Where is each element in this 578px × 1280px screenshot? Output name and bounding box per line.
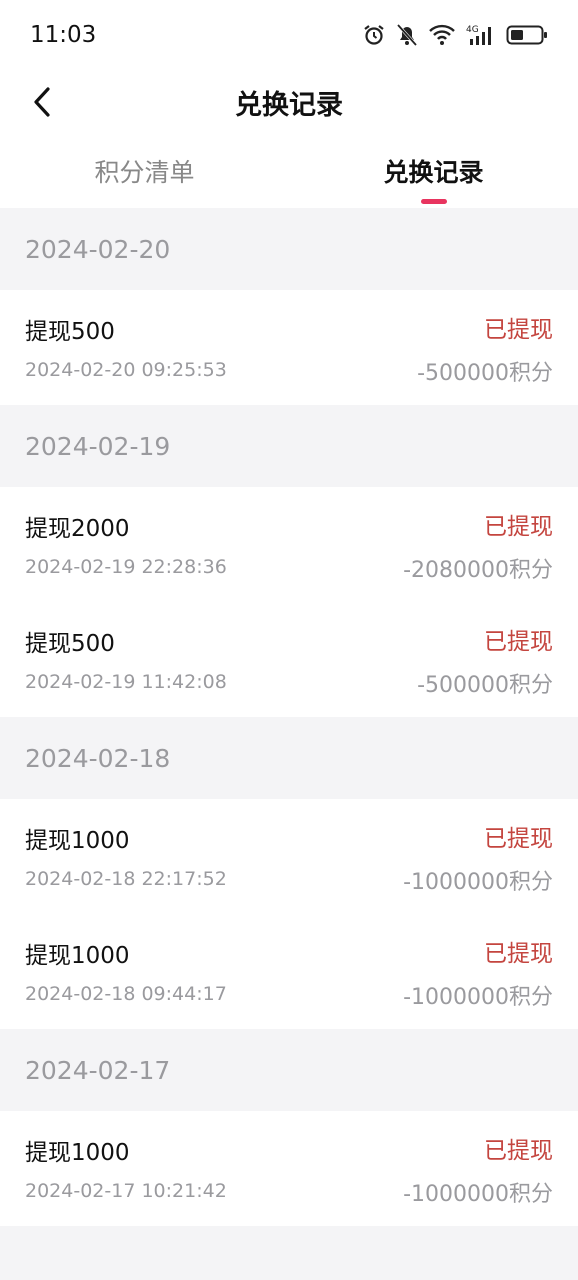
nav-bar: 兑换记录 <box>0 70 578 134</box>
status-badge: 已提现 <box>484 629 553 655</box>
status-badge: 已提现 <box>484 317 553 343</box>
record-points: -2080000积分 <box>403 558 553 583</box>
svg-text:4G: 4G <box>466 25 479 35</box>
date-group-header: 2024-02-17 <box>25 1055 171 1085</box>
date-group-header: 2024-02-20 <box>25 234 171 264</box>
record-title: 提现500 <box>25 319 115 345</box>
list-item[interactable]: 提现1000 2024-02-17 10:21:42 已提现 -1000000积… <box>25 1111 553 1226</box>
record-title: 提现1000 <box>25 1140 130 1166</box>
date-group: 提现1000 2024-02-17 10:21:42 已提现 -1000000积… <box>0 1111 578 1226</box>
date-group: 提现1000 2024-02-18 22:17:52 已提现 -1000000积… <box>0 799 578 1029</box>
status-bar: 11:03 4G <box>0 0 578 70</box>
back-button[interactable] <box>22 82 62 122</box>
record-title: 提现500 <box>25 631 115 657</box>
bell-off-icon <box>396 23 418 47</box>
battery-icon <box>506 24 548 46</box>
record-time: 2024-02-18 22:17:52 <box>25 868 227 890</box>
list-item[interactable]: 提现1000 2024-02-18 09:44:17 已提现 -1000000积… <box>25 914 553 1029</box>
record-list: 2024-02-20 提现500 2024-02-20 09:25:53 已提现… <box>0 208 578 1226</box>
page-title: 兑换记录 <box>235 89 343 121</box>
signal-4g-icon: 4G <box>466 23 496 47</box>
list-item[interactable]: 提现2000 2024-02-19 22:28:36 已提现 -2080000积… <box>25 487 553 602</box>
record-time: 2024-02-18 09:44:17 <box>25 983 227 1005</box>
list-item[interactable]: 提现1000 2024-02-18 22:17:52 已提现 -1000000积… <box>25 799 553 914</box>
record-title: 提现1000 <box>25 828 130 854</box>
alarm-icon <box>362 23 386 47</box>
record-title: 提现1000 <box>25 943 130 969</box>
status-badge: 已提现 <box>484 1138 553 1164</box>
date-group: 提现2000 2024-02-19 22:28:36 已提现 -2080000积… <box>0 487 578 717</box>
tab-label: 兑换记录 <box>383 158 484 187</box>
wifi-icon <box>428 24 456 46</box>
tab-exchange-records[interactable]: 兑换记录 <box>289 134 578 208</box>
status-badge: 已提现 <box>484 826 553 852</box>
list-item[interactable]: 提现500 2024-02-20 09:25:53 已提现 -500000积分 <box>25 290 553 405</box>
record-time: 2024-02-19 22:28:36 <box>25 556 227 578</box>
record-points: -500000积分 <box>417 361 553 386</box>
status-badge: 已提现 <box>484 514 553 540</box>
date-group-header: 2024-02-19 <box>25 431 171 461</box>
list-item[interactable]: 提现500 2024-02-19 11:42:08 已提现 -500000积分 <box>25 602 553 717</box>
date-group: 提现500 2024-02-20 09:25:53 已提现 -500000积分 <box>0 290 578 405</box>
tab-points-list[interactable]: 积分清单 <box>0 134 289 208</box>
tab-bar: 积分清单 兑换记录 <box>0 134 578 208</box>
record-points: -500000积分 <box>417 673 553 698</box>
record-time: 2024-02-20 09:25:53 <box>25 359 227 381</box>
status-icons: 4G <box>362 23 548 47</box>
status-time: 11:03 <box>30 22 97 48</box>
record-time: 2024-02-19 11:42:08 <box>25 671 227 693</box>
record-points: -1000000积分 <box>403 985 553 1010</box>
record-time: 2024-02-17 10:21:42 <box>25 1180 227 1202</box>
tab-label: 积分清单 <box>94 158 195 187</box>
status-badge: 已提现 <box>484 941 553 967</box>
record-points: -1000000积分 <box>403 870 553 895</box>
date-group-header: 2024-02-18 <box>25 743 171 773</box>
record-points: -1000000积分 <box>403 1182 553 1207</box>
chevron-left-icon <box>34 87 50 117</box>
record-title: 提现2000 <box>25 516 130 542</box>
